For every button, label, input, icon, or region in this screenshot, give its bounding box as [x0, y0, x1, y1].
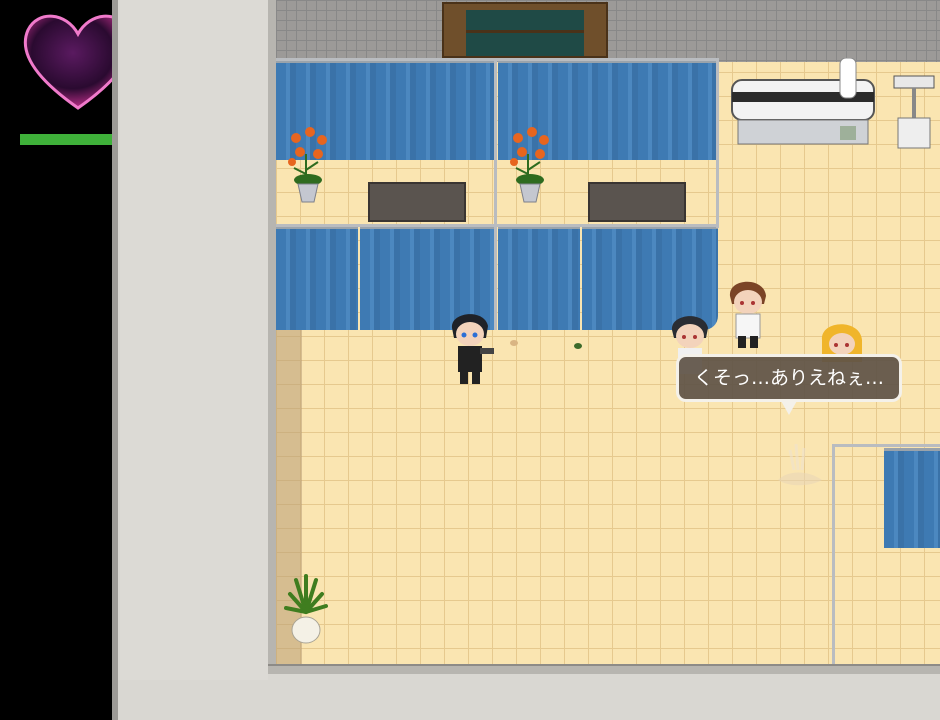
infirmary-bed-2[interactable] [588, 182, 686, 222]
bullet-shell [574, 343, 582, 349]
bottom-floor [268, 674, 940, 720]
brown-haired-boy-sprite [729, 281, 766, 348]
inner-wall [120, 0, 272, 680]
flower-plant-icon [510, 127, 549, 203]
infirmary-bed-1[interactable] [368, 182, 466, 222]
room-border-left [268, 0, 276, 670]
curtain-rail-divider [494, 58, 497, 330]
dialogue-bubble[interactable]: くそっ…ありえねぇ… [676, 354, 902, 402]
curtain-mid-1 [276, 226, 358, 330]
curtain-rail-mid [276, 224, 718, 227]
dialogue-bubble-tail [780, 399, 798, 415]
potted-palm-icon [284, 574, 328, 644]
rail-right-horizontal [832, 444, 940, 447]
curtain-right [884, 448, 940, 548]
curtain-rail-right [716, 58, 719, 228]
exam-bed-icon [731, 58, 875, 145]
curtain-mid-3 [498, 226, 580, 330]
curtain-rail-top [276, 58, 718, 61]
weight-scale-icon [893, 75, 935, 149]
rail-right-vertical [832, 444, 835, 664]
bullet-shot [510, 340, 518, 346]
window-glass [466, 10, 584, 56]
player-gunman-sprite [451, 314, 494, 384]
flower-plant-icon [288, 127, 327, 203]
window-bar [466, 30, 584, 33]
top-stone-wall [276, 0, 940, 62]
ghost-effect-icon [778, 443, 822, 486]
